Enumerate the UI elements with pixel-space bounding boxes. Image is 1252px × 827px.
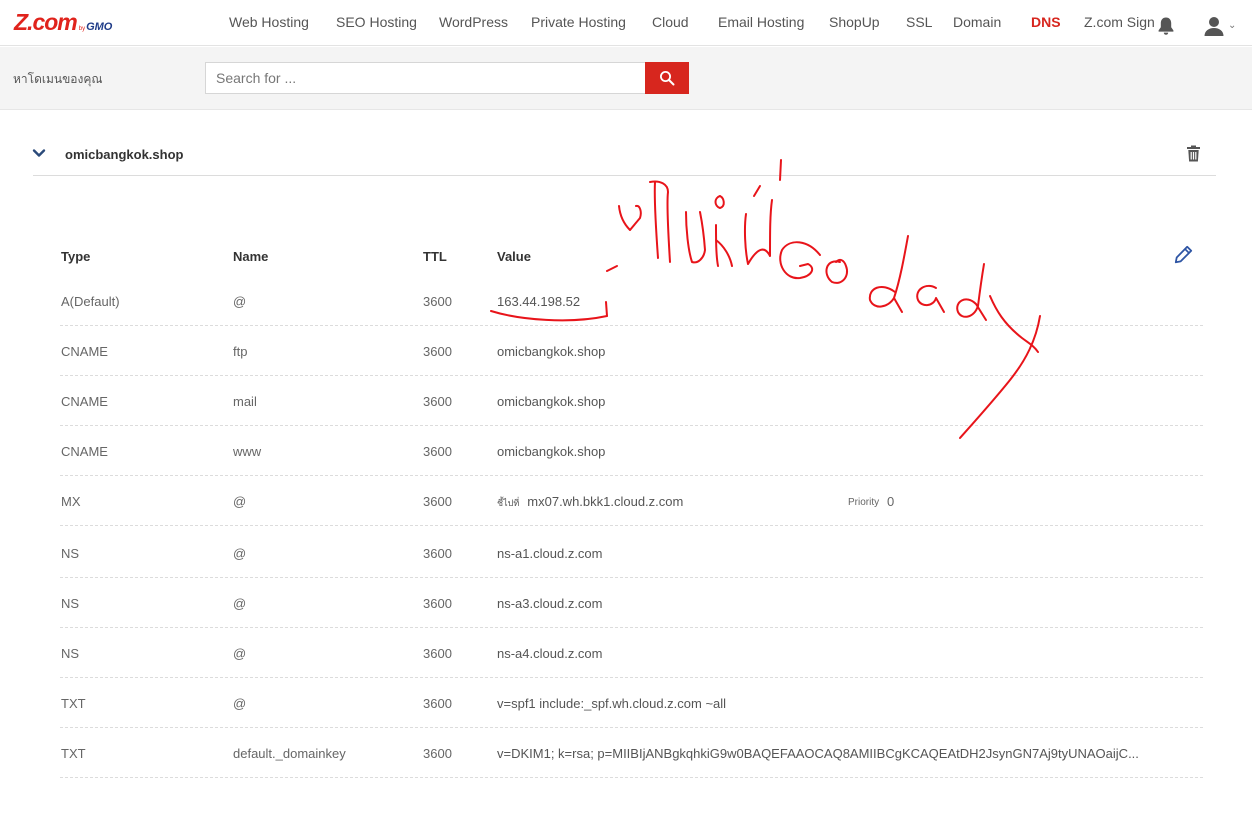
pencil-icon[interactable] xyxy=(1174,245,1193,264)
search-icon xyxy=(660,71,675,86)
domain-search-bar: หาโดเมนของคุณ xyxy=(0,47,1252,110)
record-value: mx07.wh.bkk1.cloud.z.com xyxy=(527,494,684,509)
col-header-ttl: TTL xyxy=(423,249,447,264)
nav-private-hosting[interactable]: Private Hosting xyxy=(531,14,626,30)
logo-gmo: GMO xyxy=(86,21,113,33)
dns-record-row: CNAME mail 3600 omicbangkok.shop xyxy=(60,376,1203,426)
dns-record-row: TXT @ 3600 v=spf1 include:_spf.wh.cloud.… xyxy=(60,678,1203,728)
record-type: NS xyxy=(61,596,80,611)
record-ttl: 3600 xyxy=(423,746,452,761)
col-header-value: Value xyxy=(497,249,531,264)
record-ttl: 3600 xyxy=(423,344,452,359)
record-ttl: 3600 xyxy=(423,696,452,711)
record-ttl: 3600 xyxy=(423,394,452,409)
dns-record-row: NS @ 3600 ns-a1.cloud.z.com xyxy=(60,528,1203,578)
nav-dns[interactable]: DNS xyxy=(1031,14,1061,30)
priority-label: Priority xyxy=(848,497,880,508)
record-type: NS xyxy=(61,546,80,561)
record-name: @ xyxy=(233,646,247,661)
logo-wordmark: Z.com xyxy=(14,9,78,35)
domain-name[interactable]: omicbangkok.shop xyxy=(65,147,183,162)
record-ttl: 3600 xyxy=(423,494,452,509)
dns-record-row: NS @ 3600 ns-a3.cloud.z.com xyxy=(60,578,1203,628)
nav-seo-hosting[interactable]: SEO Hosting xyxy=(336,14,417,30)
chevron-down-icon[interactable] xyxy=(32,146,46,160)
record-type: TXT xyxy=(61,696,86,711)
dns-record-row: A(Default) @ 3600 163.44.198.52 xyxy=(60,276,1203,326)
record-type: CNAME xyxy=(61,444,108,459)
record-ttl: 3600 xyxy=(423,546,452,561)
record-value: v=DKIM1; k=rsa; p=MIIBIjANBgkqhkiG9w0BAQ… xyxy=(497,746,1139,761)
record-ttl: 3600 xyxy=(423,444,452,459)
dns-record-row: MX @ 3600 ชี้ไปที่ mx07.wh.bkk1.cloud.z.c… xyxy=(60,476,1203,526)
record-value: ns-a3.cloud.z.com xyxy=(497,596,603,611)
record-type: NS xyxy=(61,646,80,661)
search-input[interactable] xyxy=(205,62,646,94)
record-name: default._domainkey xyxy=(233,746,346,761)
record-name: mail xyxy=(233,394,257,409)
record-ttl: 3600 xyxy=(423,596,452,611)
record-name: @ xyxy=(233,294,247,309)
nav-wordpress[interactable]: WordPress xyxy=(439,14,508,30)
record-value: v=spf1 include:_spf.wh.cloud.z.com ~all xyxy=(497,696,727,711)
record-type: A(Default) xyxy=(61,294,120,309)
dns-record-row: CNAME www 3600 omicbangkok.shop xyxy=(60,426,1203,476)
record-name: @ xyxy=(233,546,247,561)
user-icon[interactable] xyxy=(1203,15,1225,37)
record-name: www xyxy=(233,444,262,459)
record-value: ns-a1.cloud.z.com xyxy=(497,546,603,561)
nav-ssl[interactable]: SSL xyxy=(906,14,932,30)
mx-prefix: ชี้ไปที่ xyxy=(497,498,520,508)
record-type: CNAME xyxy=(61,394,108,409)
search-label: หาโดเมนของคุณ xyxy=(13,72,103,86)
record-value: omicbangkok.shop xyxy=(497,344,606,359)
nav-cloud[interactable]: Cloud xyxy=(652,14,689,30)
nav-shopup[interactable]: ShopUp xyxy=(829,14,880,30)
record-type: CNAME xyxy=(61,344,108,359)
dns-record-row: CNAME ftp 3600 omicbangkok.shop xyxy=(60,326,1203,376)
record-ttl: 3600 xyxy=(423,646,452,661)
top-navbar: Z.com by GMO Web Hosting SEO Hosting Wor… xyxy=(0,0,1252,46)
record-name: @ xyxy=(233,696,247,711)
col-header-name: Name xyxy=(233,249,269,264)
col-header-type: Type xyxy=(61,249,91,264)
logo-by: by xyxy=(78,26,86,32)
record-value: ns-a4.cloud.z.com xyxy=(497,646,603,661)
record-value: 163.44.198.52 xyxy=(497,294,581,309)
record-ttl: 3600 xyxy=(423,294,452,309)
nav-web-hosting[interactable]: Web Hosting xyxy=(229,14,309,30)
record-type: TXT xyxy=(61,746,86,761)
record-type: MX xyxy=(61,494,81,509)
nav-domain[interactable]: Domain xyxy=(953,14,1001,30)
divider xyxy=(33,175,1216,176)
trash-icon[interactable] xyxy=(1186,145,1201,162)
dns-record-row: TXT default._domainkey 3600 v=DKIM1; k=r… xyxy=(60,728,1203,778)
search-button[interactable] xyxy=(645,62,689,94)
record-name: @ xyxy=(233,494,247,509)
nav-email-hosting[interactable]: Email Hosting xyxy=(718,14,804,30)
dns-record-row: NS @ 3600 ns-a4.cloud.z.com xyxy=(60,628,1203,678)
priority-value: 0 xyxy=(887,494,895,509)
nav-zcom-sign[interactable]: Z.com Sign xyxy=(1084,14,1155,30)
record-name: ftp xyxy=(233,344,248,359)
record-value: omicbangkok.shop xyxy=(497,444,606,459)
record-value: omicbangkok.shop xyxy=(497,394,606,409)
chevron-down-icon[interactable]: ⌄ xyxy=(1228,20,1236,31)
record-value-mx: ชี้ไปที่ mx07.wh.bkk1.cloud.z.com xyxy=(497,494,683,510)
record-name: @ xyxy=(233,596,247,611)
bell-icon[interactable] xyxy=(1157,16,1175,36)
zcom-logo[interactable]: Z.com by GMO xyxy=(14,9,112,35)
